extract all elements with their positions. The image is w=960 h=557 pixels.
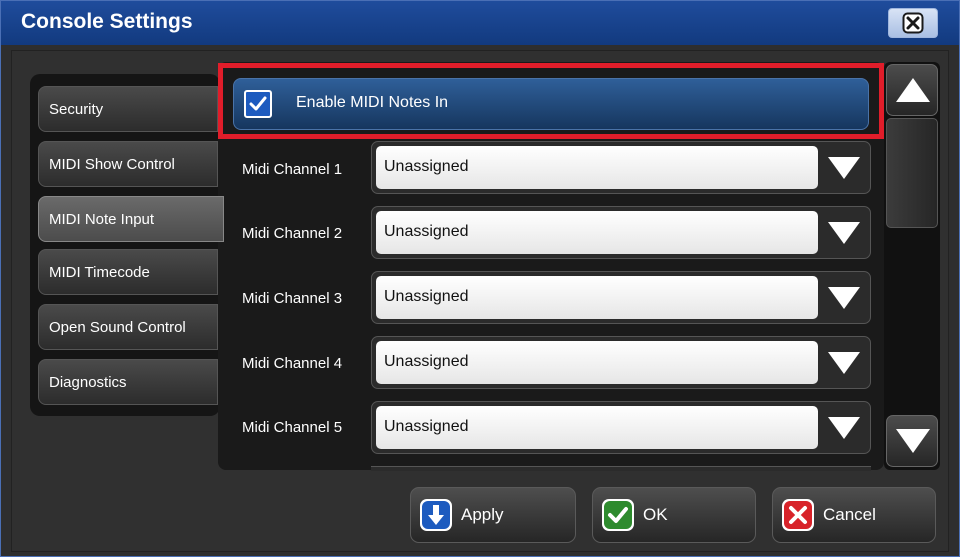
dropdown-value: Unassigned bbox=[384, 418, 469, 435]
tab-label: MIDI Show Control bbox=[49, 155, 175, 173]
chevron-down-icon[interactable] bbox=[824, 349, 864, 377]
midi-channel-label: Midi Channel 3 bbox=[242, 290, 343, 307]
scroll-down-button[interactable] bbox=[886, 415, 938, 467]
chevron-down-icon[interactable] bbox=[824, 154, 864, 182]
midi-channel-2-dropdown[interactable]: Unassigned bbox=[371, 206, 871, 259]
apply-label: Apply bbox=[461, 505, 504, 524]
close-button[interactable] bbox=[888, 8, 938, 38]
ok-button[interactable]: OK bbox=[592, 487, 756, 543]
scrollbar-thumb[interactable] bbox=[886, 118, 938, 228]
dropdown-field[interactable]: Unassigned bbox=[376, 146, 818, 189]
dropdown-value: Unassigned bbox=[384, 158, 469, 175]
tab-label: Diagnostics bbox=[49, 373, 127, 391]
arrow-up-icon bbox=[896, 78, 930, 102]
dropdown-value: Unassigned bbox=[384, 223, 469, 240]
midi-channel-label: Midi Channel 1 bbox=[242, 161, 343, 178]
tab-midi-note-input[interactable]: MIDI Note Input bbox=[38, 196, 224, 242]
cancel-button[interactable]: Cancel bbox=[772, 487, 936, 543]
arrow-down-icon bbox=[896, 429, 930, 453]
tab-diagnostics[interactable]: Diagnostics bbox=[38, 359, 218, 405]
window-title: Console Settings bbox=[21, 10, 193, 33]
midi-channel-1-dropdown[interactable]: Unassigned bbox=[371, 141, 871, 194]
apply-button[interactable]: Apply bbox=[410, 487, 576, 543]
midi-channel-3-dropdown[interactable]: Unassigned bbox=[371, 271, 871, 324]
title-bar: Console Settings bbox=[1, 1, 959, 45]
ok-label: OK bbox=[643, 505, 668, 524]
enable-midi-notes-checkbox[interactable] bbox=[244, 90, 272, 118]
tab-midi-show-control[interactable]: MIDI Show Control bbox=[38, 141, 218, 187]
dropdown-value: Unassigned bbox=[384, 288, 469, 305]
check-circle-icon bbox=[602, 499, 634, 531]
download-arrow-icon bbox=[420, 499, 452, 531]
enable-midi-notes-label: Enable MIDI Notes In bbox=[296, 94, 449, 111]
dropdown-value: Unassigned bbox=[384, 353, 469, 370]
close-icon bbox=[902, 12, 924, 34]
midi-channel-4-dropdown[interactable]: Unassigned bbox=[371, 336, 871, 389]
tab-label: Open Sound Control bbox=[49, 318, 186, 336]
cancel-label: Cancel bbox=[823, 505, 876, 524]
dropdown-field[interactable]: Unassigned bbox=[376, 211, 818, 254]
dropdown-field[interactable]: Unassigned bbox=[376, 406, 818, 449]
chevron-down-icon[interactable] bbox=[824, 284, 864, 312]
midi-channel-label: Midi Channel 2 bbox=[242, 225, 343, 242]
midi-channel-5-dropdown[interactable]: Unassigned bbox=[371, 401, 871, 454]
dropdown-field[interactable]: Unassigned bbox=[376, 341, 818, 384]
enable-midi-notes-toggle[interactable]: Enable MIDI Notes In bbox=[233, 78, 869, 130]
tab-label: MIDI Note Input bbox=[49, 210, 155, 228]
tab-security[interactable]: Security bbox=[38, 86, 218, 132]
checkmark-icon bbox=[249, 96, 267, 111]
dropdown-field[interactable]: Unassigned bbox=[376, 276, 818, 319]
chevron-down-icon[interactable] bbox=[824, 414, 864, 442]
midi-channel-label: Midi Channel 5 bbox=[242, 419, 343, 436]
tab-midi-timecode[interactable]: MIDI Timecode bbox=[38, 249, 218, 295]
scroll-up-button[interactable] bbox=[886, 64, 938, 116]
chevron-down-icon[interactable] bbox=[824, 219, 864, 247]
midi-channel-label: Midi Channel 4 bbox=[242, 355, 343, 372]
tab-label: MIDI Timecode bbox=[49, 263, 150, 281]
partial-row bbox=[371, 466, 871, 471]
tab-label: Security bbox=[49, 100, 104, 118]
cancel-x-icon bbox=[782, 499, 814, 531]
tab-open-sound-control[interactable]: Open Sound Control bbox=[38, 304, 218, 350]
